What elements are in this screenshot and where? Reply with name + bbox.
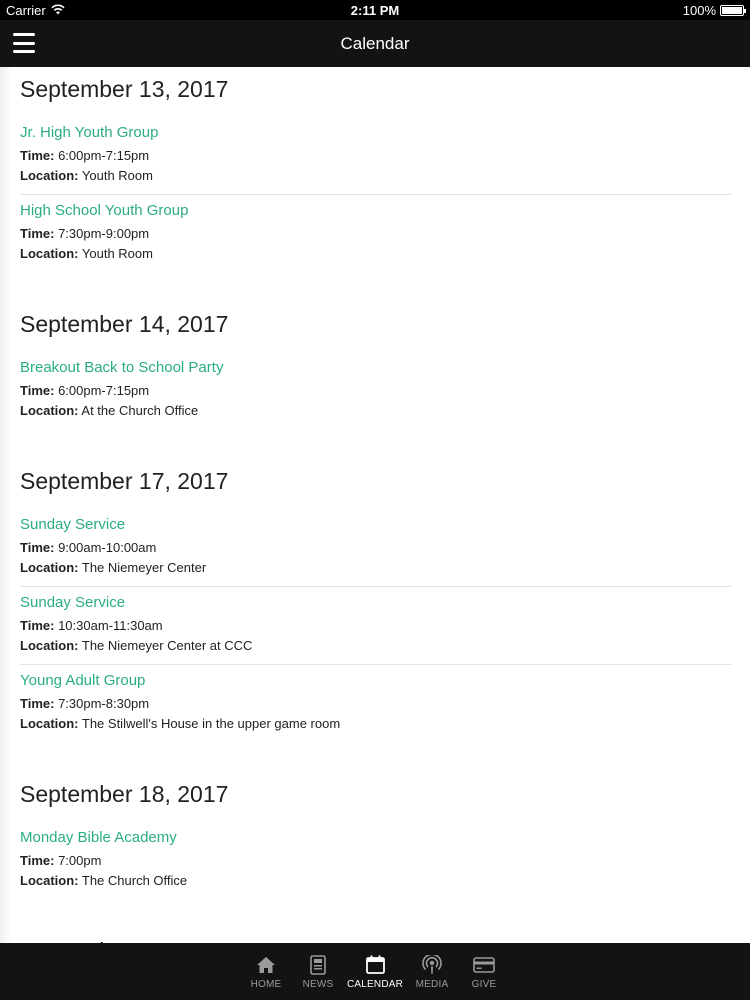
day-date-heading: September 13, 2017 — [20, 76, 229, 102]
time-label: Time: — [20, 148, 55, 163]
time-value: 7:00pm — [58, 853, 102, 868]
day-section: September 13, 2017 Jr. High Youth Group Ti… — [20, 67, 731, 272]
credit-card-icon — [473, 954, 495, 976]
tab-label: CALENDAR — [346, 978, 404, 990]
time-label: Time: — [20, 696, 55, 711]
tab-label: NEWS — [302, 978, 334, 990]
time-label: Time: — [20, 618, 55, 633]
time-label: Time: — [20, 853, 55, 868]
battery-percent: 100% — [682, 2, 716, 18]
location-value: The Church Office — [81, 873, 188, 888]
event-time: Time: 7:30pm-9:00pm — [20, 224, 731, 244]
event-time: Time: 9:00am-10:00am — [20, 538, 731, 558]
location-label: Location: — [20, 560, 79, 575]
time-value: 9:00am-10:00am — [58, 540, 157, 555]
tab-label: HOME — [250, 978, 282, 990]
event-time: Time: 6:00pm-7:15pm — [20, 381, 731, 401]
day-date-heading: September 14, 2017 — [20, 311, 229, 337]
hamburger-menu-icon[interactable] — [13, 33, 35, 53]
event-item[interactable]: Sunday Service Time: 9:00am-10:00am Locati… — [20, 509, 731, 587]
event-title[interactable]: Sunday Service — [20, 593, 731, 613]
event-location: Location: The Niemeyer Center at CCC — [20, 636, 731, 656]
event-location: Location: Youth Room — [20, 166, 731, 186]
event-location: Location: The Church Office — [20, 871, 731, 891]
location-label: Location: — [20, 168, 79, 183]
event-title[interactable]: High School Youth Group — [20, 201, 731, 221]
tab-home[interactable]: HOME — [240, 954, 292, 990]
time-value: 10:30am-11:30am — [58, 618, 163, 633]
nav-bar: Calendar — [0, 20, 750, 67]
location-label: Location: — [20, 873, 79, 888]
day-section: September 14, 2017 Breakout Back to Schoo… — [20, 302, 730, 429]
status-time: 2:11 PM — [350, 2, 400, 18]
day-date-heading: September 19, 2017 — [20, 933, 730, 943]
event-item[interactable]: Jr. High Youth Group Time: 6:00pm-7:15pm L… — [20, 117, 731, 195]
event-item[interactable]: High School Youth Group Time: 7:30pm-9:00… — [20, 195, 731, 272]
event-title[interactable]: Young Adult Group — [20, 671, 731, 691]
time-label: Time: — [20, 383, 55, 398]
event-location: Location: The Stilwell's House in the up… — [20, 714, 731, 734]
event-title[interactable]: Monday Bible Academy — [20, 828, 731, 848]
event-location: Location: The Niemeyer Center — [20, 558, 731, 578]
wifi-icon — [51, 3, 65, 18]
tab-calendar[interactable]: CALENDAR — [344, 954, 406, 990]
status-bar: Carrier 2:11 PM 100% — [0, 0, 750, 20]
event-location: Location: At the Church Office — [20, 401, 731, 421]
event-time: Time: 7:00pm — [20, 851, 731, 871]
day-section: September 17, 2017 Sunday Service Time: 9:… — [20, 459, 731, 742]
location-label: Location: — [20, 246, 79, 261]
event-item[interactable]: Young Adult Group Time: 7:30pm-8:30pm Loca… — [20, 665, 731, 742]
home-icon — [256, 954, 276, 976]
day-section: September 18, 2017 Monday Bible Academy Ti… — [20, 772, 730, 899]
status-left: Carrier — [6, 3, 65, 18]
tab-news[interactable]: NEWS — [292, 954, 344, 990]
time-value: 7:30pm-9:00pm — [58, 226, 150, 241]
time-value: 7:30pm-8:30pm — [58, 696, 150, 711]
day-date-heading: September 17, 2017 — [20, 468, 229, 494]
day-date-heading: September 18, 2017 — [20, 781, 229, 807]
time-value: 6:00pm-7:15pm — [58, 383, 150, 398]
event-item[interactable]: Breakout Back to School Party Time: 6:00p… — [20, 352, 731, 429]
event-location: Location: Youth Room — [20, 244, 731, 264]
status-right: 100% — [682, 2, 746, 18]
location-value: The Niemeyer Center at CCC — [81, 638, 253, 653]
event-time: Time: 7:30pm-8:30pm — [20, 694, 731, 714]
location-label: Location: — [20, 716, 79, 731]
time-value: 6:00pm-7:15pm — [58, 148, 150, 163]
location-value: Youth Room — [81, 168, 153, 183]
event-title[interactable]: Jr. High Youth Group — [20, 123, 731, 143]
location-label: Location: — [20, 638, 79, 653]
tab-label: MEDIA — [415, 978, 449, 990]
location-value: The Niemeyer Center — [81, 560, 207, 575]
location-value: At the Church Office — [81, 403, 199, 418]
page-title: Calendar — [340, 33, 410, 53]
event-title[interactable]: Sunday Service — [20, 515, 731, 535]
calendar-icon — [365, 954, 385, 976]
news-icon — [310, 954, 326, 976]
time-label: Time: — [20, 226, 55, 241]
battery-icon — [720, 4, 746, 16]
event-item[interactable]: Monday Bible Academy Time: 7:00pm Location… — [20, 822, 731, 899]
time-label: Time: — [20, 540, 55, 555]
calendar-list[interactable]: September 13, 2017 Jr. High Youth Group Ti… — [0, 67, 750, 943]
event-item[interactable]: Sunday Service Time: 10:30am-11:30am Locat… — [20, 587, 731, 665]
event-time: Time: 10:30am-11:30am — [20, 616, 731, 636]
tab-bar: HOME NEWS CALENDAR MEDIA GIVE — [0, 943, 750, 1000]
tab-media[interactable]: MEDIA — [406, 954, 458, 990]
event-time: Time: 6:00pm-7:15pm — [20, 146, 731, 166]
carrier-label: Carrier — [6, 2, 46, 18]
tab-give[interactable]: GIVE — [458, 954, 510, 990]
tab-label: GIVE — [471, 978, 497, 990]
location-label: Location: — [20, 403, 79, 418]
day-section: September 19, 2017 — [20, 929, 730, 943]
location-value: Youth Room — [81, 246, 153, 261]
event-title[interactable]: Breakout Back to School Party — [20, 358, 731, 378]
podcast-icon — [422, 954, 442, 976]
location-value: The Stilwell's House in the upper game r… — [81, 716, 341, 731]
